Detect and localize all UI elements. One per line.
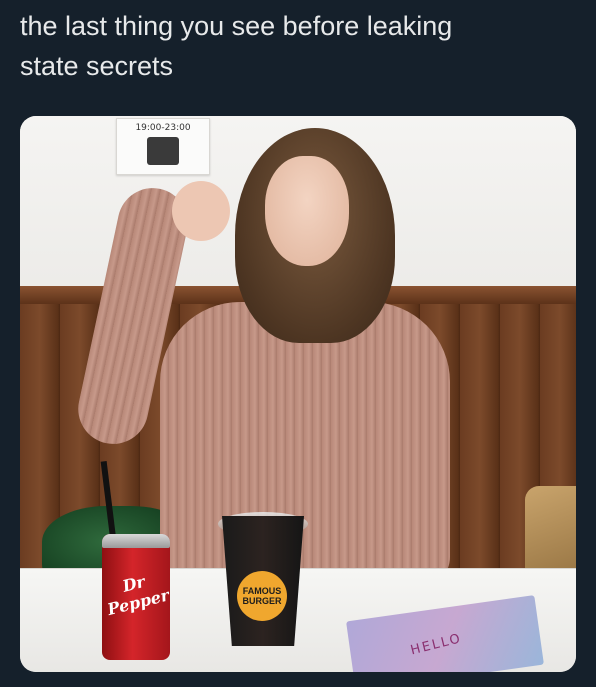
wall-sign: 19:00-23:00 — [116, 118, 210, 175]
cup-label: FAMOUS BURGER — [237, 571, 287, 621]
sign-logo-icon — [147, 137, 179, 165]
person-face — [265, 156, 349, 266]
tweet-photo[interactable]: 19:00-23:00 Dr Pepper FAMOUS BURGER HELL… — [20, 116, 576, 672]
soda-can: Dr Pepper — [102, 534, 171, 660]
sign-hours: 19:00-23:00 — [135, 123, 191, 133]
card-text: HELLO — [409, 631, 464, 659]
tweet: the last thing you see before leaking st… — [0, 0, 596, 687]
can-top — [102, 534, 170, 548]
can-logo: Dr Pepper — [105, 571, 172, 620]
person-sweater — [160, 302, 450, 587]
person-hand — [172, 181, 230, 241]
tweet-text: the last thing you see before leaking st… — [20, 11, 453, 81]
